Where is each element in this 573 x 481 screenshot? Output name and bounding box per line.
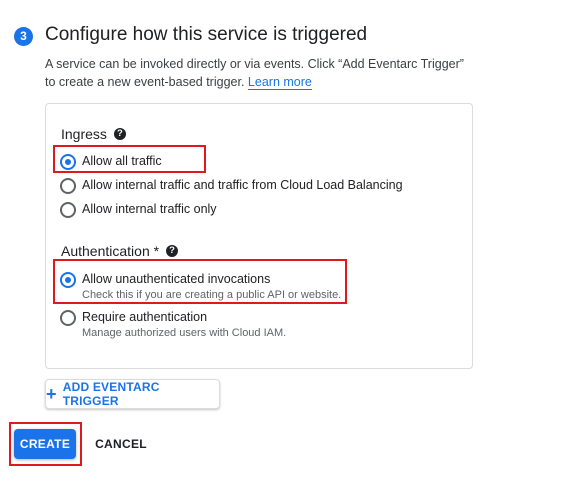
- help-icon[interactable]: ?: [113, 128, 126, 140]
- add-eventarc-trigger-button[interactable]: + ADD EVENTARC TRIGGER: [45, 379, 220, 409]
- authentication-heading: Authentication * ?: [61, 243, 179, 259]
- plus-icon: +: [46, 384, 57, 404]
- auth-option-unauthenticated[interactable]: Allow unauthenticated invocations Check …: [60, 271, 341, 303]
- option-label: Allow internal traffic only: [82, 202, 217, 216]
- option-label: Allow all traffic: [82, 154, 162, 168]
- learn-more-link[interactable]: Learn more: [247, 75, 312, 90]
- option-title: Allow unauthenticated invocations: [82, 272, 271, 286]
- radio-unchecked-icon[interactable]: [60, 202, 76, 218]
- option-hint: Check this if you are creating a public …: [82, 289, 342, 301]
- help-icon[interactable]: ?: [166, 245, 179, 257]
- ingress-option-all-traffic[interactable]: Allow all traffic: [60, 153, 162, 170]
- auth-option-require[interactable]: Require authentication Manage authorized…: [60, 309, 286, 341]
- ingress-option-internal-only[interactable]: Allow internal traffic only: [60, 201, 217, 218]
- ingress-option-internal-and-lb[interactable]: Allow internal traffic and traffic from …: [60, 177, 403, 194]
- radio-unchecked-icon[interactable]: [60, 310, 76, 326]
- ingress-title: Ingress: [61, 126, 107, 142]
- ingress-heading: Ingress ?: [61, 126, 126, 142]
- authentication-title: Authentication *: [61, 243, 160, 259]
- option-label: Allow unauthenticated invocations Check …: [82, 271, 341, 303]
- add-trigger-label: ADD EVENTARC TRIGGER: [62, 380, 160, 408]
- radio-checked-icon[interactable]: [60, 154, 76, 170]
- option-title: Require authentication: [82, 310, 208, 324]
- cancel-button[interactable]: CANCEL: [92, 429, 150, 459]
- option-label: Require authentication Manage authorized…: [82, 309, 286, 341]
- section-title: Configure how this service is triggered: [45, 24, 368, 45]
- option-hint: Manage authorized users with Cloud IAM.: [82, 327, 287, 339]
- radio-checked-icon[interactable]: [60, 272, 76, 288]
- option-label: Allow internal traffic and traffic from …: [82, 178, 403, 192]
- radio-unchecked-icon[interactable]: [60, 178, 76, 194]
- section-description: A service can be invoked directly or via…: [45, 55, 465, 91]
- create-button[interactable]: CREATE: [14, 429, 76, 459]
- step-number-badge: 3: [14, 27, 33, 46]
